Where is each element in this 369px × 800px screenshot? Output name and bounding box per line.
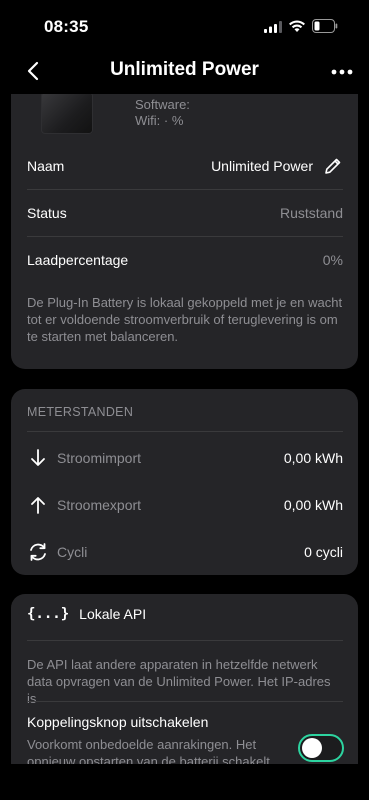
meter-value: 0,00 kWh: [283, 497, 343, 513]
device-image: [41, 94, 93, 134]
edit-pencil-icon[interactable]: [323, 156, 343, 176]
api-description: De API laat andere apparaten in hetzelfd…: [27, 657, 331, 706]
cellular-signal-icon: [264, 21, 282, 33]
page-title: Unlimited Power: [110, 59, 259, 80]
lock-toggle-description: Voorkomt onbedoelde aanrakingen. Het opn…: [27, 737, 270, 764]
name-label: Naam: [27, 158, 65, 174]
arrow-up-icon: [31, 497, 45, 514]
bottom-safe-area: [0, 764, 369, 800]
navigation-bar: Unlimited Power: [0, 50, 369, 94]
meter-value: 0 cycli: [304, 544, 343, 560]
meter-label: Stroomexport: [57, 497, 142, 513]
lock-toggle-label: Koppelingsknop uitschakelen: [27, 714, 209, 730]
wifi-strength: Wifi: · %: [135, 113, 184, 128]
meter-row-cycles: Cycli 0 cycli: [27, 529, 343, 575]
meters-header: METERSTANDEN: [27, 405, 134, 419]
toggle-knob: [302, 738, 322, 758]
local-api-row[interactable]: {...} Lokale API: [27, 606, 146, 622]
software-version: Software:: [135, 97, 190, 112]
code-braces-icon: {...}: [27, 606, 70, 622]
charge-value: 0%: [322, 252, 343, 268]
divider: [27, 640, 343, 641]
more-options-button[interactable]: [330, 60, 354, 84]
wifi-icon: [289, 20, 305, 32]
charge-label: Laadpercentage: [27, 252, 129, 268]
meters-card: METERSTANDEN Stroomimport 0,00 kWh Stroo…: [11, 389, 358, 575]
status-value: Ruststand: [279, 205, 343, 221]
status-row: Status Ruststand: [27, 190, 343, 236]
meter-row-export: Stroomexport 0,00 kWh: [27, 482, 343, 528]
battery-description: De Plug-In Battery is lokaal gekoppeld m…: [27, 295, 343, 344]
arrow-down-icon: [31, 449, 45, 466]
device-info-card: Software: Wifi: · % Naam Unlimited Power…: [11, 94, 358, 369]
local-api-label: Lokale API: [79, 606, 147, 622]
meter-label: Cycli: [57, 544, 88, 560]
divider: [27, 431, 343, 432]
charge-row: Laadpercentage 0%: [27, 237, 343, 283]
api-card: {...} Lokale API De API laat andere appa…: [11, 594, 358, 764]
scroll-content[interactable]: Software: Wifi: · % Naam Unlimited Power…: [0, 94, 369, 764]
meter-value: 0,00 kWh: [283, 450, 343, 466]
status-label: Status: [27, 205, 67, 221]
cycle-icon: [30, 543, 46, 561]
divider: [27, 701, 343, 702]
meter-row-import: Stroomimport 0,00 kWh: [27, 435, 343, 481]
name-value: Unlimited Power: [211, 158, 313, 174]
name-row[interactable]: Naam Unlimited Power: [27, 143, 343, 189]
lock-toggle-switch[interactable]: [298, 734, 344, 762]
battery-icon: [312, 19, 338, 33]
meter-label: Stroomimport: [57, 450, 142, 466]
status-time: 08:35: [44, 17, 89, 36]
status-bar: 08:35: [0, 0, 369, 50]
